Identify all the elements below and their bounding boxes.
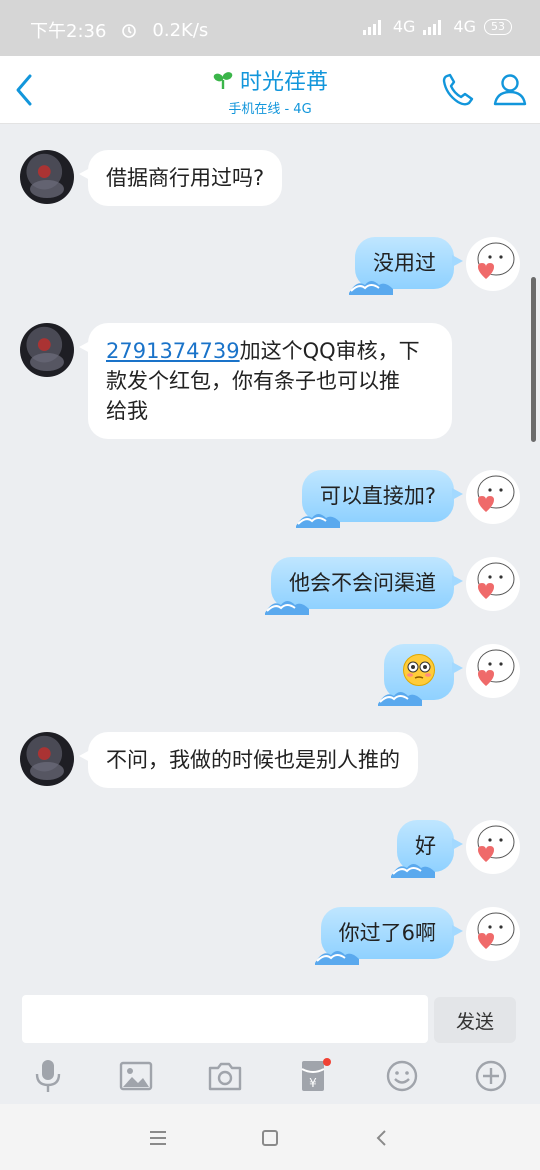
signal-icon: [423, 19, 445, 35]
profile-button[interactable]: [490, 70, 530, 110]
contact-avatar[interactable]: [20, 323, 74, 377]
flushed-face-emoji-icon: [403, 654, 435, 686]
svg-text:¥: ¥: [309, 1076, 317, 1090]
message-bubble-outgoing[interactable]: 好: [391, 820, 463, 878]
emoji-button[interactable]: [382, 1056, 422, 1096]
red-packet-button[interactable]: ¥: [293, 1056, 333, 1096]
voice-button[interactable]: [28, 1056, 68, 1096]
bear-heart-avatar-icon: [477, 242, 515, 279]
message-text: 可以直接加?: [319, 484, 436, 508]
my-avatar[interactable]: [466, 470, 520, 524]
home-nav-button[interactable]: [255, 1124, 285, 1152]
image-icon: [119, 1061, 153, 1091]
user-icon: [493, 74, 527, 106]
my-avatar[interactable]: [466, 557, 520, 611]
status-bar: 下午2:36 0.2K/s 4G 4G 53: [0, 0, 540, 56]
contact-name: 时光荏苒: [239, 70, 328, 95]
message-bubble-outgoing[interactable]: 可以直接加?: [295, 470, 464, 528]
back-nav-button[interactable]: [367, 1124, 397, 1152]
wave-decoration-icon: [295, 514, 340, 528]
battery-icon: 53: [484, 18, 512, 35]
bear-heart-avatar-icon: [477, 649, 515, 686]
album-button[interactable]: [116, 1056, 156, 1096]
menu-nav-button[interactable]: [143, 1124, 173, 1152]
microphone-icon: [35, 1060, 61, 1092]
message-bubble-outgoing[interactable]: 没用过: [349, 237, 463, 295]
system-nav-bar: [0, 1104, 540, 1170]
send-button[interactable]: 发送: [434, 997, 516, 1043]
wave-decoration-icon: [391, 864, 435, 878]
message-bubble-incoming[interactable]: 不问，我做的时候也是别人推的: [79, 732, 418, 788]
message-text: 好: [415, 834, 436, 858]
qq-number-link[interactable]: 2791374739: [106, 339, 240, 363]
wave-decoration-icon: [349, 281, 393, 295]
my-avatar[interactable]: [466, 907, 520, 961]
call-button[interactable]: [438, 70, 478, 110]
camera-button[interactable]: [205, 1056, 245, 1096]
message-text: 加这个QQ审核，下: [239, 339, 420, 363]
message-text: 没用过: [373, 251, 436, 275]
composer-toolbar: ¥: [0, 1050, 540, 1104]
wave-decoration-icon: [314, 951, 359, 965]
message-text: 借据商行用过吗?: [106, 166, 265, 190]
square-home-icon: [262, 1130, 278, 1146]
phone-icon: [442, 73, 474, 106]
chat-area[interactable]: 借据商行用过吗? 没用过 2791374739加这个QQ审核，下 款发个红包，你…: [0, 125, 540, 985]
status-network-2: 4G: [453, 17, 476, 36]
emoji-icon: [386, 1060, 418, 1092]
chat-scrollbar[interactable]: [531, 277, 536, 442]
message-text: 给我: [106, 399, 148, 423]
menu-icon: [150, 1131, 166, 1145]
bear-heart-avatar-icon: [477, 912, 515, 949]
message-text: 他会不会问渠道: [289, 571, 436, 595]
my-avatar[interactable]: [466, 237, 520, 291]
my-avatar[interactable]: [466, 820, 520, 874]
bear-heart-avatar-icon: [477, 475, 515, 512]
contact-avatar[interactable]: [20, 732, 74, 786]
alarm-icon: [122, 24, 137, 38]
message-bubble-outgoing[interactable]: 你过了6啊: [314, 907, 464, 965]
status-network-1: 4G: [392, 17, 416, 36]
status-time: 下午2:36: [30, 21, 107, 42]
chevron-left-icon: [376, 1130, 386, 1146]
composer: 发送: [0, 985, 540, 1047]
message-bubble-incoming[interactable]: 借据商行用过吗?: [78, 150, 283, 206]
contact-title[interactable]: 时光荏苒: [212, 64, 328, 96]
message-input[interactable]: [22, 995, 428, 1043]
message-bubble-outgoing[interactable]: 他会不会问渠道: [265, 557, 463, 615]
my-avatar[interactable]: [466, 644, 520, 698]
more-button[interactable]: [471, 1056, 511, 1096]
bear-heart-avatar-icon: [477, 562, 515, 599]
contact-avatar[interactable]: [20, 150, 74, 204]
camera-icon: [208, 1062, 242, 1091]
message-bubble-outgoing[interactable]: 😳: [378, 644, 463, 706]
wave-decoration-icon: [265, 601, 309, 615]
signal-icon: [362, 19, 385, 35]
message-text: 款发个红包，你有条子也可以推: [106, 369, 400, 393]
wave-decoration-icon: [378, 692, 422, 706]
sprout-icon: [213, 72, 233, 89]
status-net-speed: 0.2K/s: [152, 19, 209, 41]
notification-dot: [323, 1058, 331, 1066]
message-text: 你过了6啊: [338, 921, 436, 945]
message-text: 不问，我做的时候也是别人推的: [106, 748, 400, 772]
message-bubble-incoming[interactable]: 2791374739加这个QQ审核，下 款发个红包，你有条子也可以推 给我: [79, 323, 452, 439]
bear-heart-avatar-icon: [477, 825, 515, 862]
plus-icon: [475, 1060, 507, 1092]
title-bar: 时光荏苒 手机在线 - 4G: [0, 56, 540, 124]
